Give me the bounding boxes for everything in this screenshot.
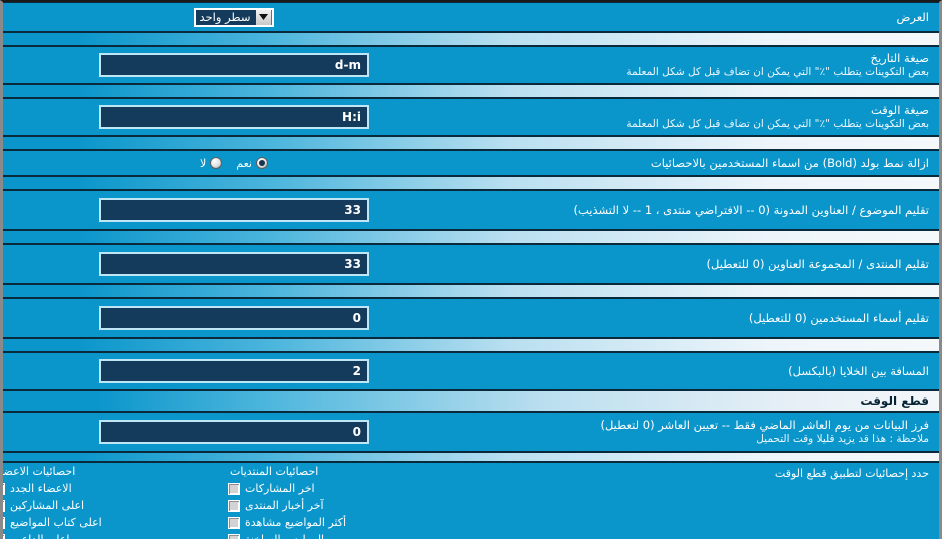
stat-column-forums: احصائيات المنتديات اخر المشاركات آخر أخب… [218, 465, 453, 539]
checkbox-label: اعلى المشاركين [10, 499, 85, 512]
label-trim-forum-titles: تقليم المنتدى / المجموعة العناوين (0 للت… [459, 257, 939, 271]
row-trim-usernames: تقليم أسماء المستخدمين (0 للتعطيل) [3, 298, 939, 338]
label-display-title: العرض [896, 10, 930, 24]
checkbox-icon[interactable] [3, 516, 5, 529]
control-trim-forum-titles [3, 252, 459, 276]
checkbox-item[interactable]: اعلى كتاب المواضيع [3, 516, 102, 529]
label-sort-rule-desc: ملاحظة : هذا قد يزيد قليلا وقت التحميل [756, 433, 929, 445]
control-trim-usernames [3, 306, 459, 330]
chevron-down-icon[interactable] [256, 9, 273, 25]
display-select[interactable]: سطر واحد [193, 7, 275, 27]
checkbox-item[interactable]: اعلى المشاركين [3, 499, 85, 512]
cell-spacing-input[interactable] [99, 359, 369, 383]
checkbox-label: الاعضاء الجدد [10, 482, 72, 495]
checkbox-item[interactable]: آخر أخبار المنتدى [228, 499, 324, 512]
checkbox-item[interactable]: المواضيع الساخنة [228, 533, 324, 539]
remove-bold-radio-group: نعم لا [200, 157, 268, 170]
label-cell-spacing-title: المسافة بين الخلايا (بالبكسل) [788, 364, 929, 378]
row-cell-spacing: المسافة بين الخلايا (بالبكسل) [3, 352, 939, 390]
checkbox-item[interactable]: الاعضاء الجدد [3, 482, 72, 495]
label-trim-usernames-title: تقليم أسماء المستخدمين (0 للتعطيل) [748, 311, 929, 325]
separator-3 [3, 136, 939, 150]
separator-6 [3, 284, 939, 298]
checkbox-icon[interactable] [228, 499, 240, 512]
checkbox-icon[interactable] [228, 516, 240, 529]
label-time-format-title: صيغة الوقت [870, 103, 929, 117]
checkbox-label: اعلى كتاب المواضيع [10, 516, 102, 529]
checkbox-icon[interactable] [228, 482, 240, 495]
separator-2 [3, 84, 939, 98]
date-format-input[interactable] [99, 53, 369, 77]
separator-1 [3, 32, 939, 46]
separator-7 [3, 338, 939, 352]
row-date-format: صيغة التاريخ بعض التكوينات يتطلب "٪" الت… [3, 46, 939, 84]
stat-column-forums-head: احصائيات المنتديات [230, 465, 319, 478]
label-date-format: صيغة التاريخ بعض التكوينات يتطلب "٪" الت… [459, 51, 939, 79]
separator-8 [3, 452, 939, 462]
label-cell-spacing: المسافة بين الخلايا (بالبكسل) [459, 364, 939, 378]
checkbox-label: أكثر المواضيع مشاهدة [245, 516, 347, 529]
label-display: العرض [459, 10, 939, 24]
label-apply-time-cut: حدد إحصائيات لتطبيق قطع الوقت [774, 467, 929, 480]
radio-remove-bold-yes[interactable]: نعم [236, 157, 268, 170]
checkbox-item[interactable]: اخر المشاركات [228, 482, 315, 495]
label-sort-rule-title: فرز البيانات من يوم العاشر الماضي فقط --… [600, 418, 929, 432]
row-trim-titles: تقليم الموضوع / العناوين المدونة (0 -- ا… [3, 190, 939, 230]
label-date-format-desc: بعض التكوينات يتطلب "٪" التي يمكن ان تضا… [626, 66, 929, 78]
time-format-input[interactable] [99, 105, 369, 129]
trim-forum-titles-input[interactable] [99, 252, 369, 276]
stat-column-members-head: احصائيات الاعضاء [0, 465, 76, 478]
checkbox-label: اعلى الداعين [10, 533, 69, 539]
separator-4 [3, 176, 939, 190]
row-time-format: صيغة الوقت بعض التكوينات يتطلب "٪" التي … [3, 98, 939, 136]
settings-panel: العرض سطر واحد صيغة التاريخ بعض التكوينا… [0, 0, 942, 539]
display-select-value: سطر واحد [199, 9, 251, 24]
label-trim-titles: تقليم الموضوع / العناوين المدونة (0 -- ا… [459, 203, 939, 217]
label-sort-rule: فرز البيانات من يوم العاشر الماضي فقط --… [459, 418, 939, 446]
label-remove-bold: ازالة نمط بولد (Bold) من اسماء المستخدمي… [459, 156, 939, 170]
radio-dot-yes-icon[interactable] [256, 157, 268, 169]
checkbox-icon[interactable] [3, 533, 5, 539]
radio-dot-no-icon[interactable] [210, 157, 223, 169]
label-trim-forum-titles-title: تقليم المنتدى / المجموعة العناوين (0 للت… [706, 257, 929, 271]
row-sort-rule: فرز البيانات من يوم العاشر الماضي فقط --… [3, 412, 939, 452]
sort-rule-input[interactable] [99, 420, 369, 444]
checkbox-label: آخر أخبار المنتدى [245, 499, 324, 512]
row-remove-bold: ازالة نمط بولد (Bold) من اسماء المستخدمي… [3, 150, 939, 176]
checkbox-label: المواضيع الساخنة [245, 533, 324, 539]
radio-label-yes: نعم [236, 156, 252, 170]
checkbox-icon[interactable] [3, 482, 5, 495]
checkbox-item[interactable]: اعلى الداعين [3, 533, 69, 539]
control-display: سطر واحد [3, 7, 459, 27]
checkbox-icon[interactable] [228, 533, 240, 539]
label-trim-usernames: تقليم أسماء المستخدمين (0 للتعطيل) [459, 311, 939, 325]
label-remove-bold-title: ازالة نمط بولد (Bold) من اسماء المستخدمي… [650, 156, 929, 170]
checkbox-icon[interactable] [3, 499, 5, 512]
radio-label-no: لا [200, 156, 207, 170]
label-time-format-desc: بعض التكوينات يتطلب "٪" التي يمكن ان تضا… [626, 118, 929, 130]
section-header-time-cut: قطع الوقت [3, 390, 939, 412]
label-date-format-title: صيغة التاريخ [870, 51, 929, 65]
row-time-cut-stats: حدد إحصائيات لتطبيق قطع الوقت احصائيات ا… [3, 462, 939, 539]
control-sort-rule [3, 420, 459, 444]
label-trim-titles-title: تقليم الموضوع / العناوين المدونة (0 -- ا… [573, 203, 929, 217]
control-cell-spacing [3, 359, 459, 383]
control-date-format [3, 53, 459, 77]
trim-titles-input[interactable] [99, 198, 369, 222]
stat-column-members: احصائيات الاعضاء الاعضاء الجدد اعلى المش… [0, 465, 218, 539]
section-header-time-cut-text: قطع الوقت [860, 394, 929, 408]
row-trim-forum-titles: تقليم المنتدى / المجموعة العناوين (0 للت… [3, 244, 939, 284]
control-trim-titles [3, 198, 459, 222]
radio-remove-bold-no[interactable]: لا [200, 156, 223, 170]
separator-5 [3, 230, 939, 244]
label-time-format: صيغة الوقت بعض التكوينات يتطلب "٪" التي … [459, 103, 939, 131]
control-time-format [3, 105, 459, 129]
checkbox-label: اخر المشاركات [245, 482, 315, 495]
checkbox-item[interactable]: أكثر المواضيع مشاهدة [228, 516, 346, 529]
trim-usernames-input[interactable] [99, 306, 369, 330]
time-cut-stat-columns: احصائيات المنتديات اخر المشاركات آخر أخب… [0, 465, 459, 539]
control-remove-bold: نعم لا [3, 157, 459, 170]
row-display: العرض سطر واحد [3, 2, 939, 32]
